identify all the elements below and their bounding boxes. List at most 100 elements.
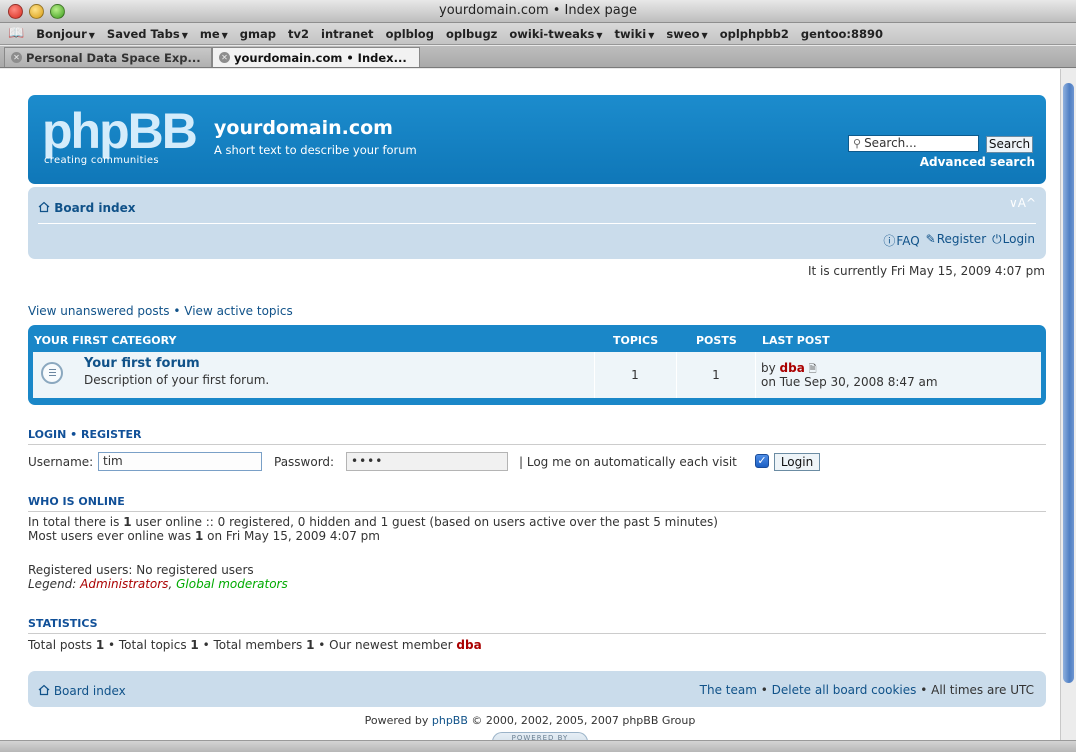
bookmark-sweo[interactable]: sweo ▼ xyxy=(666,27,707,41)
by-label: by xyxy=(761,361,776,375)
font-size-changer[interactable]: ∨A^ xyxy=(1009,196,1036,210)
phpbb-link[interactable]: phpBB xyxy=(432,714,468,727)
site-description: A short text to describe your forum xyxy=(214,143,417,157)
bookmark-bonjour[interactable]: Bonjour ▼ xyxy=(36,27,95,41)
chevron-down-icon: ▼ xyxy=(596,30,603,40)
separator: • xyxy=(169,304,185,318)
quick-login-form: Username: tim Password: •••• | Log me on… xyxy=(28,452,1046,474)
view-links: View unanswered posts • View active topi… xyxy=(28,304,293,318)
statistics-heading: STATISTICS xyxy=(28,617,1046,634)
home-icon xyxy=(38,684,50,696)
chevron-down-icon: ▼ xyxy=(181,30,188,40)
column-divider xyxy=(755,352,756,398)
close-tab-icon[interactable]: ✕ xyxy=(219,52,230,63)
forum-posts-count: 1 xyxy=(712,368,720,382)
scrollbar-thumb[interactable] xyxy=(1063,83,1074,683)
login-button[interactable]: Login xyxy=(774,453,820,471)
footer-board-index-link[interactable]: Board index xyxy=(38,683,126,698)
bookmark-gentoo[interactable]: gentoo:8890 xyxy=(801,27,883,41)
tab-bar: ✕ Personal Data Space Exp... ✕ yourdomai… xyxy=(0,46,1076,68)
view-unanswered-link[interactable]: View unanswered posts xyxy=(28,304,170,318)
bookmark-twiki[interactable]: twiki ▼ xyxy=(615,27,655,41)
bookmark-gmap[interactable]: gmap xyxy=(240,27,276,41)
advanced-search-link[interactable]: Advanced search xyxy=(920,155,1035,169)
online-line-1: In total there is 1 user online :: 0 reg… xyxy=(28,515,718,529)
home-icon xyxy=(38,201,50,213)
topics-header: TOPICS xyxy=(613,334,659,347)
power-icon: ⏻ xyxy=(992,232,1002,246)
who-is-online-heading: WHO IS ONLINE xyxy=(28,495,1046,512)
window-titlebar: yourdomain.com • Index page xyxy=(0,0,1076,23)
tab-personal-data-space[interactable]: ✕ Personal Data Space Exp... xyxy=(4,47,212,67)
window-title: yourdomain.com • Index page xyxy=(439,3,637,18)
footer-links: The team • Delete all board cookies • Al… xyxy=(699,683,1034,697)
bookmark-oplphpbb2[interactable]: oplphpbb2 xyxy=(720,27,789,41)
username-field[interactable]: tim xyxy=(98,452,262,471)
password-label: Password: xyxy=(274,455,335,469)
bookmark-me[interactable]: me ▼ xyxy=(200,27,228,41)
forum-read-icon xyxy=(41,362,63,384)
vertical-scrollbar[interactable] xyxy=(1060,69,1076,740)
status-bar xyxy=(0,740,1076,752)
column-divider xyxy=(676,352,677,398)
login-link[interactable]: ⏻Login xyxy=(992,232,1035,249)
page-viewport: phpBB creating communities yourdomain.co… xyxy=(0,69,1060,740)
tab-label: Personal Data Space Exp... xyxy=(26,50,201,65)
bookmarks-bar: 📖 Bonjour ▼ Saved Tabs ▼ me ▼ gmap tv2 intr… xyxy=(0,23,1076,45)
delete-cookies-link[interactable]: Delete all board cookies xyxy=(772,683,917,697)
the-team-link[interactable]: The team xyxy=(700,683,757,697)
autologin-checkbox[interactable]: ✓ xyxy=(755,454,769,468)
password-field[interactable]: •••• xyxy=(346,452,508,471)
column-divider xyxy=(594,352,595,398)
logo-text: phpBB xyxy=(42,103,198,159)
newest-member-link[interactable]: dba xyxy=(456,638,481,652)
phpbb-logo[interactable]: phpBB creating communities xyxy=(42,103,202,169)
login-register-heading[interactable]: LOGIN • REGISTER xyxy=(28,428,1046,445)
close-tab-icon[interactable]: ✕ xyxy=(11,52,22,63)
administrators-link[interactable]: Administrators xyxy=(80,577,168,591)
current-time: It is currently Fri May 15, 2009 4:07 pm xyxy=(807,264,1045,278)
forum-topics-count: 1 xyxy=(631,368,639,382)
view-active-link[interactable]: View active topics xyxy=(184,304,292,318)
chevron-down-icon: ▼ xyxy=(648,30,655,40)
bookmark-saved-tabs[interactable]: Saved Tabs ▼ xyxy=(107,27,188,41)
bookmark-oplbugz[interactable]: oplbugz xyxy=(446,27,497,41)
forum-description: Description of your first forum. xyxy=(84,373,270,387)
faq-link[interactable]: ⓘFAQ xyxy=(883,232,919,249)
view-latest-post-icon[interactable]: 🗎 xyxy=(809,364,817,375)
forum-title-link[interactable]: Your first forum xyxy=(84,356,200,371)
category-header[interactable]: YOUR FIRST CATEGORY xyxy=(34,334,176,347)
forum-header: phpBB creating communities yourdomain.co… xyxy=(28,95,1046,184)
tab-yourdomain-index[interactable]: ✕ yourdomain.com • Index... xyxy=(212,47,420,67)
chevron-down-icon: ▼ xyxy=(701,30,708,40)
search-input[interactable]: ⚲ Search... xyxy=(848,135,979,152)
bookmark-intranet[interactable]: intranet xyxy=(321,27,374,41)
register-icon: ✎ xyxy=(925,232,936,246)
powered-by-badge[interactable]: POWERED BY xyxy=(492,732,588,740)
chevron-down-icon: ▼ xyxy=(88,30,95,40)
posts-header: POSTS xyxy=(696,334,737,347)
search-icon: ⚲ xyxy=(853,137,862,150)
statistics-line: Total posts 1 • Total topics 1 • Total m… xyxy=(28,638,482,652)
online-summary: In total there is 1 user online :: 0 reg… xyxy=(28,515,718,543)
bookmarks-book-icon[interactable]: 📖 xyxy=(8,26,24,41)
global-moderators-link[interactable]: Global moderators xyxy=(176,577,288,591)
bookmark-tv2[interactable]: tv2 xyxy=(288,27,309,41)
nav-divider xyxy=(38,223,1036,224)
site-title: yourdomain.com xyxy=(214,117,393,139)
search-placeholder: Search... xyxy=(864,136,917,150)
last-post-date: on Tue Sep 30, 2008 8:47 am xyxy=(761,375,938,389)
register-link[interactable]: ✎Register xyxy=(926,232,986,249)
chevron-down-icon: ▼ xyxy=(221,30,228,40)
logo-tagline: creating communities xyxy=(44,155,159,166)
nav-links: ⓘFAQ ✎Register ⏻Login xyxy=(883,232,1035,249)
legend-line: Legend: Administrators, Global moderator… xyxy=(28,577,288,591)
bookmark-oplblog[interactable]: oplblog xyxy=(386,27,434,41)
board-index-link[interactable]: Board index xyxy=(38,200,136,215)
bookmark-owiki-tweaks[interactable]: owiki-tweaks ▼ xyxy=(509,27,602,41)
powered-by: Powered by phpBB © 2000, 2002, 2005, 200… xyxy=(364,714,696,727)
search-button[interactable]: Search xyxy=(986,136,1033,153)
registered-users: Registered users: No registered users Le… xyxy=(28,563,288,591)
last-post-author-link[interactable]: dba xyxy=(780,361,805,375)
last-post-header: LAST POST xyxy=(762,334,830,347)
